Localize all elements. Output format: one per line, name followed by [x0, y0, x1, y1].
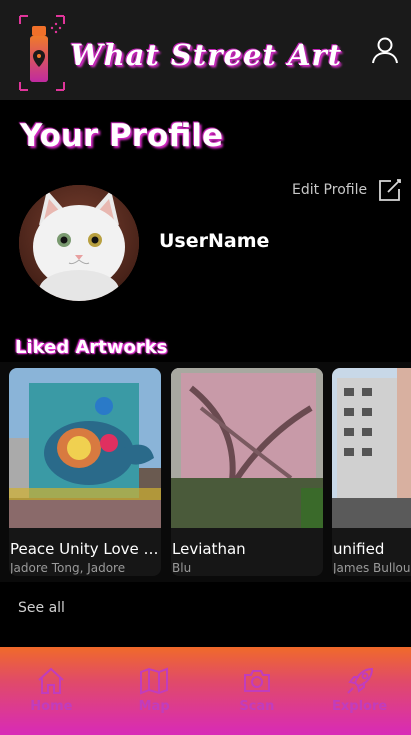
username: UserName — [159, 230, 270, 252]
bottom-navigation: Home Map Scan Explore — [0, 647, 411, 735]
artwork-artist: James Bullough — [333, 561, 411, 575]
liked-artworks-carousel[interactable]: Peace Unity Love W... Jadore Tong, Jador… — [0, 362, 411, 582]
artwork-title: Peace Unity Love W... — [10, 540, 160, 558]
app-title: What Street Art — [70, 38, 343, 72]
nav-label: Scan — [239, 699, 275, 714]
see-all-link[interactable]: See all — [18, 600, 65, 616]
artwork-title: unified — [333, 540, 385, 558]
artwork-image — [9, 368, 161, 528]
rocket-icon — [346, 667, 373, 694]
liked-artworks-title: Liked Artworks — [15, 337, 168, 358]
edit-profile-label: Edit Profile — [292, 182, 368, 198]
map-icon — [140, 667, 169, 695]
edit-icon — [379, 179, 401, 201]
artwork-title: Leviathan — [172, 540, 246, 558]
page-title: Your Profile — [20, 118, 223, 154]
spray-can-logo-icon — [19, 15, 65, 91]
nav-item-home[interactable]: Home — [0, 647, 103, 735]
artwork-card[interactable]: Leviathan Blu — [171, 368, 323, 576]
camera-icon — [243, 670, 270, 692]
artwork-artist: Jadore Tong, Jadore — [10, 561, 126, 575]
cat-avatar-image — [19, 185, 139, 301]
nav-item-explore[interactable]: Explore — [308, 647, 411, 735]
artwork-card[interactable]: unified James Bullough — [332, 368, 411, 576]
artwork-card[interactable]: Peace Unity Love W... Jadore Tong, Jador… — [9, 368, 161, 576]
avatar[interactable] — [19, 185, 139, 301]
nav-label: Home — [30, 699, 73, 714]
edit-profile-button[interactable]: Edit Profile — [292, 177, 403, 203]
artwork-artist: Blu — [172, 561, 192, 575]
home-icon — [38, 667, 65, 694]
nav-item-scan[interactable]: Scan — [206, 647, 309, 735]
nav-label: Map — [138, 699, 170, 714]
user-account-icon[interactable] — [369, 34, 401, 66]
app-header: What Street Art — [0, 0, 411, 100]
nav-label: Explore — [332, 699, 388, 714]
artwork-image — [171, 368, 323, 528]
nav-item-map[interactable]: Map — [103, 647, 206, 735]
artwork-image — [332, 368, 411, 528]
